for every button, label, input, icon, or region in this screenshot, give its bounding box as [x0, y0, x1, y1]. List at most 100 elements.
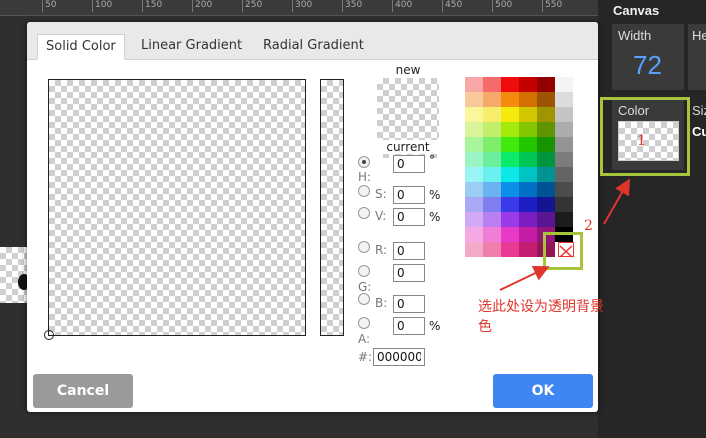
palette-swatch[interactable] [483, 167, 501, 182]
palette-swatch[interactable] [501, 212, 519, 227]
palette-swatch[interactable] [501, 92, 519, 107]
palette-swatch[interactable] [519, 227, 537, 242]
palette-swatch[interactable] [465, 227, 483, 242]
palette-swatch[interactable] [483, 212, 501, 227]
sv-handle[interactable] [44, 330, 54, 340]
palette-swatch[interactable] [519, 152, 537, 167]
s-input[interactable] [393, 186, 425, 204]
a-input[interactable] [393, 317, 425, 335]
palette-swatch[interactable] [519, 242, 537, 257]
palette-swatch[interactable] [555, 122, 573, 137]
palette-swatch[interactable] [519, 167, 537, 182]
palette-swatch[interactable] [465, 182, 483, 197]
width-value[interactable]: 72 [633, 50, 662, 81]
b-input[interactable] [393, 295, 425, 313]
s-label: S: [375, 187, 387, 201]
palette-swatch[interactable] [519, 212, 537, 227]
h-radio[interactable] [358, 156, 370, 168]
palette-swatch[interactable] [465, 92, 483, 107]
palette-swatch[interactable] [501, 197, 519, 212]
palette-swatch[interactable] [537, 77, 555, 92]
palette-swatch[interactable] [465, 77, 483, 92]
ruler-tick: 250 [242, 0, 262, 12]
palette-swatch[interactable] [483, 197, 501, 212]
palette-swatch[interactable] [501, 242, 519, 257]
palette-swatch[interactable] [501, 227, 519, 242]
palette-swatch[interactable] [465, 152, 483, 167]
palette-swatch[interactable] [483, 107, 501, 122]
b-radio[interactable] [358, 293, 370, 305]
palette-swatch[interactable] [555, 152, 573, 167]
palette-swatch[interactable] [501, 182, 519, 197]
palette-swatch[interactable] [537, 107, 555, 122]
palette-swatch[interactable] [537, 92, 555, 107]
r-input[interactable] [393, 242, 425, 260]
size-value[interactable]: Cu [692, 124, 706, 139]
palette-swatch[interactable] [501, 122, 519, 137]
palette-swatch[interactable] [555, 167, 573, 182]
a-label: A: [358, 332, 371, 346]
h-label: H: [358, 170, 372, 184]
s-radio[interactable] [358, 185, 370, 197]
ok-button[interactable]: OK [493, 374, 593, 408]
palette-swatch[interactable] [501, 152, 519, 167]
r-radio[interactable] [358, 241, 370, 253]
palette-swatch[interactable] [483, 137, 501, 152]
hex-input[interactable] [373, 348, 425, 366]
size-label: Siz [692, 103, 706, 118]
v-radio[interactable] [358, 207, 370, 219]
palette-swatch[interactable] [465, 242, 483, 257]
cancel-button[interactable]: Cancel [33, 374, 133, 408]
saturation-value-area[interactable] [44, 79, 306, 340]
palette-swatch[interactable] [537, 152, 555, 167]
palette-swatch[interactable] [483, 77, 501, 92]
palette-swatch[interactable] [537, 212, 555, 227]
palette-swatch[interactable] [519, 107, 537, 122]
palette-swatch[interactable] [555, 197, 573, 212]
palette-swatch[interactable] [483, 92, 501, 107]
palette-swatch[interactable] [537, 197, 555, 212]
palette-swatch[interactable] [483, 227, 501, 242]
palette-swatch[interactable] [555, 107, 573, 122]
palette-swatch[interactable] [483, 242, 501, 257]
palette-swatch[interactable] [555, 92, 573, 107]
palette-swatch[interactable] [519, 92, 537, 107]
tab-linear-gradient[interactable]: Linear Gradient [133, 34, 250, 60]
g-input[interactable] [393, 264, 425, 282]
palette-swatch[interactable] [465, 107, 483, 122]
palette-swatch[interactable] [519, 182, 537, 197]
palette-swatch[interactable] [555, 212, 573, 227]
palette-swatch[interactable] [519, 197, 537, 212]
a-radio[interactable] [358, 317, 370, 329]
palette-swatch[interactable] [537, 137, 555, 152]
palette-swatch[interactable] [501, 107, 519, 122]
v-input[interactable] [393, 208, 425, 226]
current-label: current [386, 140, 430, 154]
palette-swatch[interactable] [555, 137, 573, 152]
palette-swatch[interactable] [501, 137, 519, 152]
tab-solid-color[interactable]: Solid Color [37, 34, 125, 60]
palette-swatch[interactable] [537, 122, 555, 137]
h-input[interactable] [393, 155, 425, 173]
hue-slider[interactable] [320, 79, 344, 336]
tab-radial-gradient[interactable]: Radial Gradient [255, 34, 372, 60]
ruler-tick: 350 [342, 0, 362, 12]
palette-swatch[interactable] [555, 182, 573, 197]
palette-swatch[interactable] [519, 137, 537, 152]
palette-swatch[interactable] [501, 167, 519, 182]
g-radio[interactable] [358, 265, 370, 277]
palette-swatch[interactable] [519, 77, 537, 92]
palette-swatch[interactable] [465, 137, 483, 152]
palette-swatch[interactable] [537, 182, 555, 197]
palette-swatch[interactable] [465, 197, 483, 212]
palette-swatch[interactable] [501, 77, 519, 92]
palette-swatch[interactable] [465, 212, 483, 227]
palette-swatch[interactable] [519, 122, 537, 137]
palette-swatch[interactable] [483, 122, 501, 137]
palette-swatch[interactable] [537, 167, 555, 182]
palette-swatch[interactable] [555, 77, 573, 92]
palette-swatch[interactable] [465, 167, 483, 182]
palette-swatch[interactable] [483, 182, 501, 197]
palette-swatch[interactable] [465, 122, 483, 137]
palette-swatch[interactable] [483, 152, 501, 167]
